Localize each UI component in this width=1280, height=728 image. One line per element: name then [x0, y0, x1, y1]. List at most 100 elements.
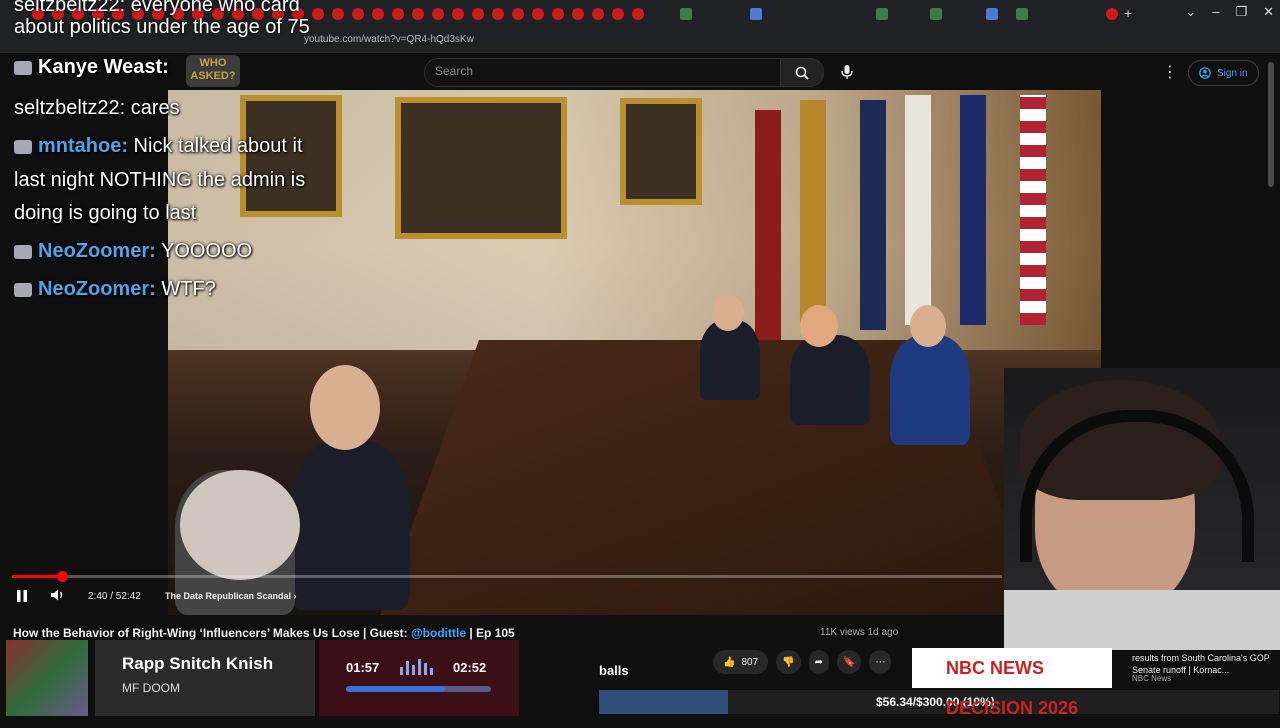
- tab-other[interactable]: [1016, 8, 1028, 20]
- tab-youtube[interactable]: [592, 8, 604, 20]
- video-frame-person: [910, 305, 946, 347]
- search-placeholder: Search: [435, 64, 474, 78]
- save-button[interactable]: 🔖: [836, 650, 862, 674]
- chat-badge-icon: [14, 282, 32, 297]
- volume-icon: [51, 589, 63, 601]
- tab-youtube[interactable]: [372, 8, 384, 20]
- news-source: NBC News: [1132, 674, 1172, 683]
- donation-goal-fill: [599, 690, 729, 714]
- video-frame-person: [180, 470, 300, 580]
- tab-youtube[interactable]: [332, 8, 344, 20]
- close-icon[interactable]: ✕: [1263, 4, 1274, 20]
- tab-other[interactable]: [930, 8, 942, 20]
- tab-other[interactable]: [876, 8, 888, 20]
- video-frame-person: [310, 365, 380, 450]
- video-time: 2:40 / 52:42: [88, 591, 141, 602]
- thumbs-down-icon: 👎: [782, 656, 795, 668]
- tab-youtube[interactable]: [472, 8, 484, 20]
- page-scrollbar[interactable]: [1268, 62, 1274, 187]
- restore-icon[interactable]: ❐: [1235, 4, 1247, 20]
- chat-message: NeoZoomer: WTF?: [14, 272, 216, 306]
- video-frame-flag: [960, 95, 986, 325]
- tab-other[interactable]: [986, 8, 998, 20]
- chat-message: NeoZoomer: YOOOOO: [14, 234, 252, 268]
- sign-in-button[interactable]: Sign in: [1188, 60, 1259, 86]
- now-playing-total: 02:52: [453, 660, 487, 675]
- more-options-icon[interactable]: ⋮: [1162, 62, 1178, 82]
- video-frame-flag: [860, 100, 886, 330]
- chat-badge-icon: [14, 139, 32, 154]
- video-frame-person: [290, 440, 410, 610]
- search-input[interactable]: [424, 58, 782, 87]
- now-playing-title: Rapp Snitch Knish: [122, 654, 274, 673]
- tab-youtube[interactable]: [552, 8, 564, 20]
- now-playing-artist: MF DOOM: [122, 681, 180, 695]
- tab-youtube[interactable]: [352, 8, 364, 20]
- tab-youtube[interactable]: [1106, 8, 1118, 20]
- tab-youtube[interactable]: [412, 8, 424, 20]
- search-button[interactable]: [780, 58, 824, 87]
- more-actions-button[interactable]: ⋯: [869, 650, 892, 674]
- pause-icon: [17, 590, 27, 602]
- more-horizontal-icon: ⋯: [875, 656, 886, 668]
- news-headline[interactable]: results from South Carolina's GOP Senate…: [1132, 652, 1277, 676]
- sign-in-label: Sign in: [1217, 67, 1248, 79]
- chat-message: Kanye Weast:: [14, 50, 169, 84]
- tab-other[interactable]: [750, 8, 762, 20]
- video-frame-painting: [395, 97, 567, 239]
- tab-youtube[interactable]: [632, 8, 644, 20]
- chevron-right-icon: ›: [293, 591, 297, 601]
- tab-youtube[interactable]: [392, 8, 404, 20]
- chapter-title: The Data Republican Scandal: [165, 591, 292, 601]
- volume-button[interactable]: [50, 588, 66, 606]
- pause-button[interactable]: [16, 589, 28, 607]
- video-frame-flag: [905, 95, 931, 325]
- tab-other[interactable]: [680, 8, 692, 20]
- chat-text: Nick talked about it: [128, 135, 303, 157]
- like-count: 807: [741, 656, 759, 668]
- like-button[interactable]: 👍 807: [713, 650, 769, 674]
- news-logo: NBC NEWS DECISION 2026: [912, 648, 1112, 718]
- url-field[interactable]: youtube.com/watch?v=QR4-hQd3sKw: [304, 34, 474, 45]
- chevron-down-icon[interactable]: ⌄: [1185, 4, 1196, 20]
- now-playing-elapsed: 01:57: [346, 660, 380, 675]
- minimize-icon[interactable]: –: [1212, 4, 1219, 20]
- now-playing-timer: [319, 640, 519, 716]
- video-actions: 👍 807 👎 ➦ 🔖 ⋯: [713, 650, 892, 674]
- chat-username: Kanye Weast:: [38, 56, 169, 78]
- video-frame-flag: [800, 100, 826, 330]
- video-scrubber-handle[interactable]: [57, 571, 69, 582]
- video-frame-painting: [620, 98, 702, 205]
- tab-youtube[interactable]: [572, 8, 584, 20]
- account-icon: [1199, 67, 1211, 79]
- voice-search-button[interactable]: [833, 58, 861, 85]
- chat-text: WTF?: [155, 278, 216, 300]
- window-controls: ⌄ – ❐ ✕: [1185, 4, 1274, 20]
- share-icon: ➦: [814, 656, 823, 668]
- share-button[interactable]: ➦: [808, 650, 829, 674]
- thumbs-up-icon: 👍: [723, 656, 736, 668]
- guest-link[interactable]: @bodittle: [411, 626, 466, 640]
- video-frame-person: [800, 305, 838, 347]
- tab-youtube[interactable]: [532, 8, 544, 20]
- chat-message: seltzbeltz22: cares: [14, 91, 180, 125]
- video-progress-fill: [12, 575, 63, 578]
- video-progress-bar[interactable]: [12, 575, 1002, 578]
- tab-youtube[interactable]: [452, 8, 464, 20]
- tab-youtube[interactable]: [432, 8, 444, 20]
- dislike-button[interactable]: 👎: [776, 650, 801, 674]
- chat-username: mntahoe:: [38, 135, 128, 157]
- tab-youtube[interactable]: [612, 8, 624, 20]
- video-frame-person: [790, 335, 870, 425]
- album-art: [6, 640, 88, 716]
- video-frame-person: [700, 320, 760, 400]
- video-title-episode: | Ep 105: [466, 626, 515, 640]
- tab-youtube[interactable]: [312, 8, 324, 20]
- video-title-text: How the Behavior of Right-Wing ‘Influenc…: [13, 626, 411, 640]
- tab-youtube[interactable]: [492, 8, 504, 20]
- new-tab-icon[interactable]: +: [1124, 5, 1132, 21]
- webcam-shirt: [1004, 590, 1280, 650]
- now-playing-progress-fill: [346, 686, 445, 692]
- tab-youtube[interactable]: [512, 8, 524, 20]
- chapter-button[interactable]: The Data Republican Scandal ›: [165, 591, 297, 601]
